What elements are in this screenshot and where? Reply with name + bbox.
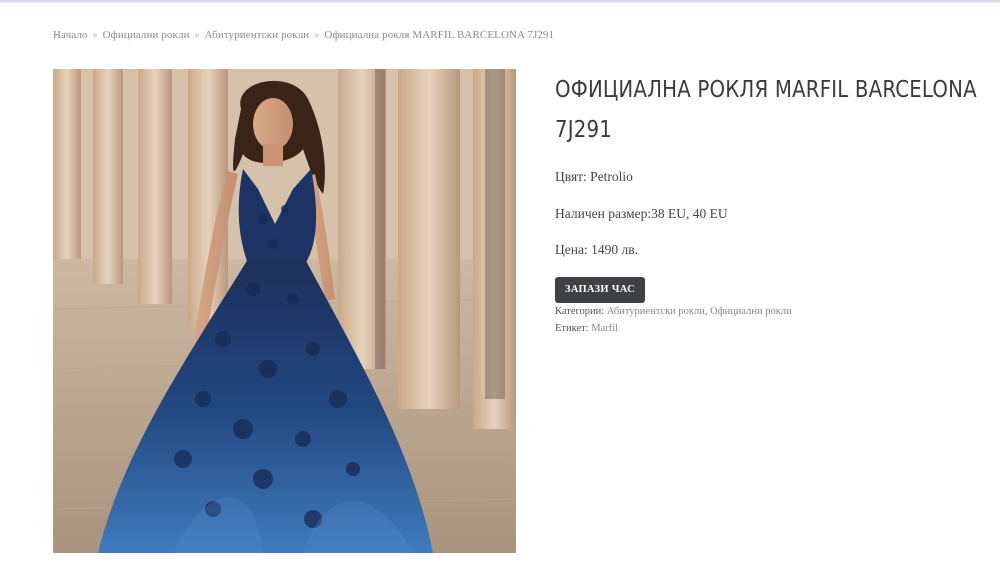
breadcrumb: Начало » Официални рокли » Абитуриентски рок… — [53, 29, 554, 41]
product-title: ОФИЦИАЛНА РОКЛЯ MARFIL BARCELONA 7J291 — [555, 77, 977, 143]
breadcrumb-current: Официална рокля MARFIL BARCELONA 7J291 — [324, 29, 555, 41]
product-summary: ОФИЦИАЛНА РОКЛЯ MARFIL BARCELONA 7J291 Ц… — [555, 70, 985, 334]
tag-label: Етикет: — [555, 323, 589, 334]
breadcrumb-home[interactable]: Начало — [53, 29, 88, 41]
product-price: Цена: 1490 лв. — [555, 242, 638, 257]
category-separator: , — [704, 306, 708, 317]
breadcrumb-separator: » — [194, 30, 200, 41]
tag-link-marfil[interactable]: Marfil — [591, 323, 618, 334]
breadcrumb-separator: » — [92, 30, 98, 41]
product-image[interactable] — [53, 69, 516, 553]
category-link-prom[interactable]: Абитуриентски рокли — [607, 306, 705, 317]
categories-label: Категории: — [555, 306, 605, 317]
breadcrumb-formal-dresses[interactable]: Официални рокли — [103, 29, 190, 41]
product-categories: Категории: Абитуриентски рокли, Официалн… — [555, 306, 792, 317]
product-available-size: Наличен размер:38 EU, 40 EU — [555, 206, 728, 221]
product-color: Цвят: Petrolio — [555, 169, 633, 184]
category-link-formal[interactable]: Официални рокли — [710, 306, 792, 317]
breadcrumb-separator: » — [314, 30, 320, 41]
product-tags: Етикет: Marfil — [555, 323, 618, 334]
book-appointment-button[interactable]: ЗАПАЗИ ЧАС — [555, 277, 646, 303]
top-border — [0, 0, 1000, 3]
breadcrumb-prom-dresses[interactable]: Абитуриентски рокли — [205, 29, 310, 41]
product-photo-illustration — [53, 69, 516, 553]
